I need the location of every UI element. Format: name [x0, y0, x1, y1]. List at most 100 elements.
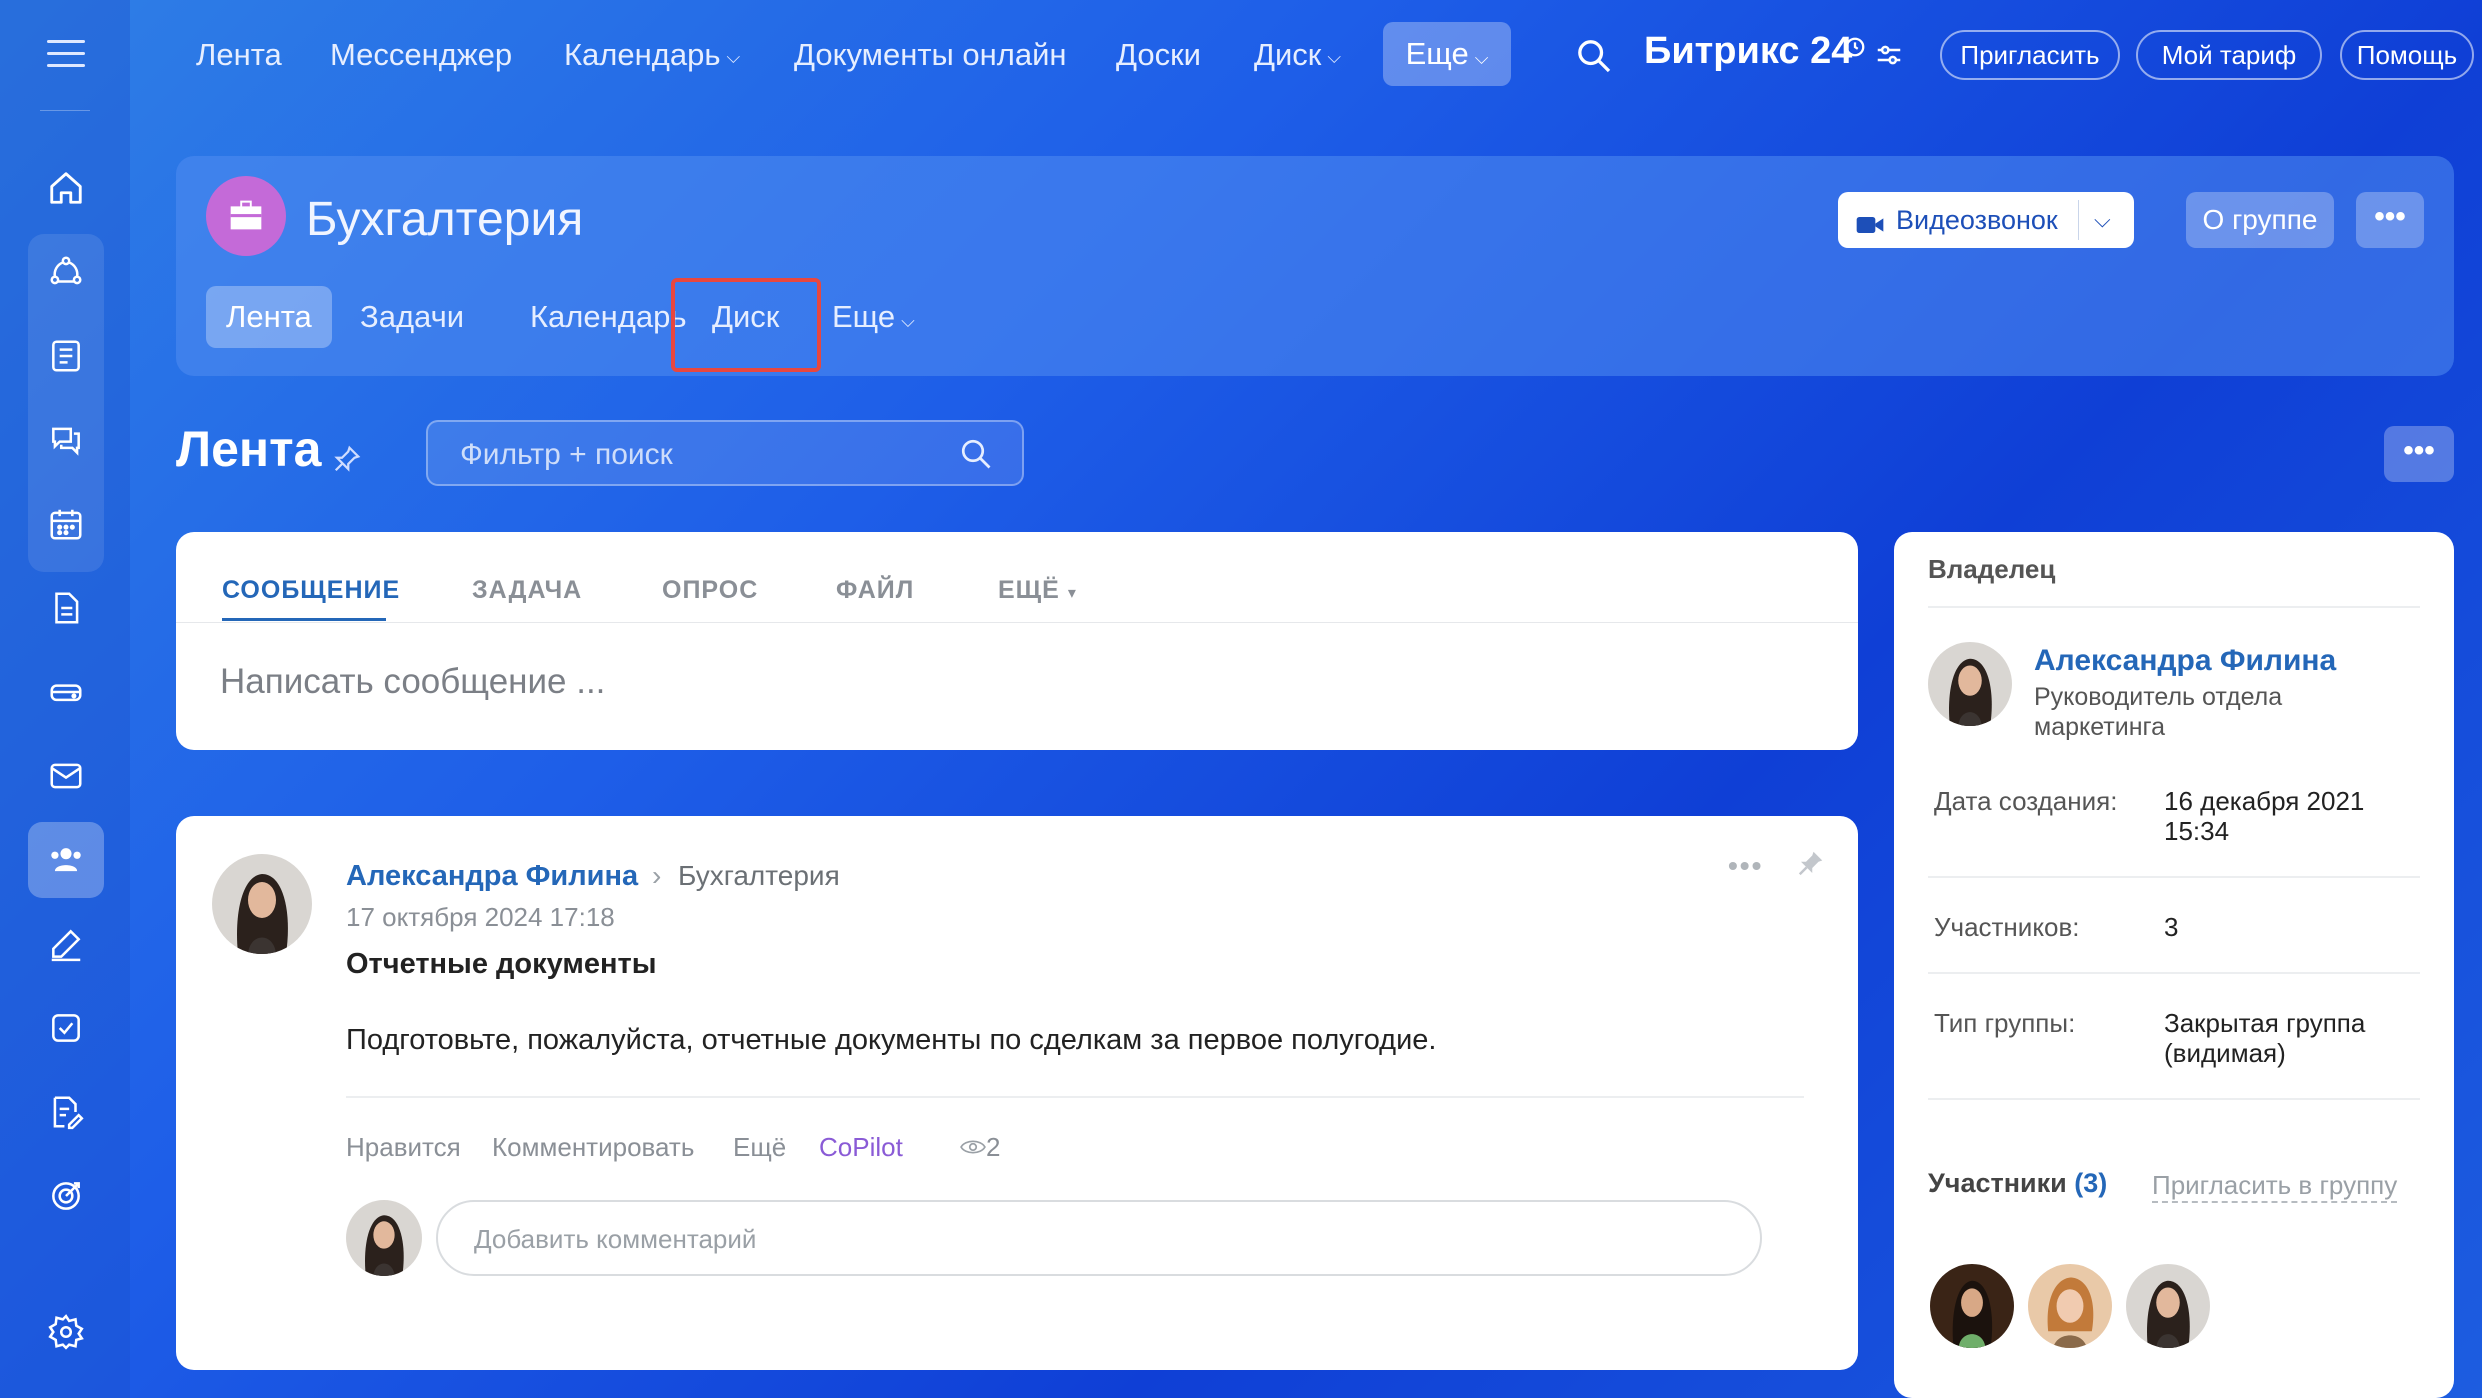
topnav-drive[interactable]: Диск ⌵ [1254, 32, 1341, 78]
member-avatar[interactable] [2126, 1264, 2210, 1348]
settings-icon[interactable] [28, 1294, 104, 1370]
active-tab-underline [222, 618, 386, 621]
divider [176, 622, 1858, 623]
home-icon[interactable] [28, 150, 104, 226]
topnav-calendar[interactable]: Календарь ⌵ [564, 32, 740, 78]
chevron-right-icon: › [652, 860, 662, 891]
invite-button[interactable]: Пригласить [1940, 30, 2120, 80]
comment-button[interactable]: Комментировать [492, 1132, 694, 1163]
pin-icon[interactable] [332, 444, 362, 479]
composer-tab-poll[interactable]: ОПРОС [662, 576, 758, 605]
pin-icon[interactable] [1796, 848, 1826, 883]
search-input[interactable]: Фильтр + поиск [426, 420, 1024, 486]
chevron-down-icon: ⌵ [1327, 46, 1342, 67]
settings-sliders-icon[interactable] [1874, 40, 1904, 75]
post-date: 17 октября 2024 17:18 [346, 902, 615, 932]
created-label: Дата создания: [1934, 786, 2118, 816]
chevron-down-icon[interactable]: ⌵ [2094, 192, 2111, 248]
avatar[interactable] [1928, 642, 2012, 726]
menu-icon[interactable] [47, 40, 85, 68]
mail-icon[interactable] [28, 738, 104, 814]
topnav-more[interactable]: Еще ⌵ [1383, 22, 1511, 86]
target-icon[interactable] [28, 1158, 104, 1234]
composer-tab-more[interactable]: ЕЩЁ ▾ [998, 576, 1077, 605]
composer-tab-task[interactable]: ЗАДАЧА [472, 576, 582, 605]
clock-icon [1844, 36, 1866, 63]
views-counter: 2 [960, 1132, 1000, 1163]
message-input[interactable]: Написать сообщение ... [220, 662, 605, 702]
calendar-icon[interactable] [28, 486, 104, 562]
post-author[interactable]: Александра Филина [346, 860, 638, 893]
owner-role: Руководитель отдела маркетинга [2034, 683, 2283, 741]
composer-tab-message[interactable]: СООБЩЕНИЕ [222, 576, 400, 605]
group-tab-feed[interactable]: Лента [206, 286, 332, 348]
post-body: Подготовьте, пожалуйста, отчетные докуме… [346, 1024, 1437, 1056]
edit-doc-icon[interactable] [28, 1074, 104, 1150]
brand-logo[interactable]: Битрикс 24 [1644, 30, 1852, 73]
avatar[interactable] [212, 854, 312, 954]
sign-icon[interactable] [28, 906, 104, 982]
search-icon[interactable] [1574, 36, 1614, 81]
divider [1928, 972, 2420, 974]
tariff-button[interactable]: Мой тариф [2136, 30, 2322, 80]
camera-icon [1854, 204, 1886, 260]
search-icon[interactable] [958, 436, 994, 477]
like-button[interactable]: Нравится [346, 1132, 461, 1163]
about-group-button[interactable]: О группе [2186, 192, 2334, 248]
members-value: 3 [2164, 912, 2179, 942]
copilot-button[interactable]: CoPilot [819, 1132, 903, 1163]
divider [1928, 1098, 2420, 1100]
eye-icon [960, 1132, 986, 1162]
post-title: Отчетные документы [346, 948, 657, 980]
topnav-boards[interactable]: Доски [1116, 32, 1201, 78]
chevron-down-icon: ⌵ [901, 311, 915, 331]
button-divider [2078, 200, 2079, 240]
created-value: 16 декабря 2021 15:34 [2164, 786, 2365, 846]
highlight-frame [671, 278, 821, 372]
group-type-label: Тип группы: [1934, 1008, 2076, 1038]
group-type-value: Закрытая группа (видимая) [2164, 1008, 2366, 1068]
left-rail [0, 0, 130, 1398]
page-title: Лента [176, 421, 322, 477]
group-more-button[interactable]: ••• [2356, 192, 2424, 248]
member-avatar[interactable] [2028, 1264, 2112, 1348]
divider [1928, 876, 2420, 878]
chevron-down-icon: ⌵ [726, 46, 741, 67]
owner-name[interactable]: Александра Филина [2034, 644, 2336, 678]
briefcase-icon [206, 176, 286, 256]
comment-input[interactable]: Добавить комментарий [436, 1200, 1762, 1276]
member-avatar[interactable] [1930, 1264, 2014, 1348]
group-tab-tasks[interactable]: Задачи [340, 286, 484, 348]
video-call-button[interactable]: Видеозвонок ⌵ [1838, 192, 2134, 248]
group-header: Бухгалтерия Лента Задачи Календарь Диск … [176, 156, 2454, 376]
more-actions-button[interactable]: Ещё [733, 1132, 786, 1163]
divider [1928, 606, 2420, 608]
news-icon[interactable] [28, 318, 104, 394]
caret-down-icon: ▾ [1067, 585, 1077, 602]
crm-icon[interactable] [28, 234, 104, 310]
members-title: Участники (3) [1928, 1168, 2108, 1198]
post-more-button[interactable]: ••• [1728, 850, 1763, 882]
members-label: Участников: [1934, 912, 2080, 942]
topnav-feed[interactable]: Лента [196, 32, 282, 78]
chat-icon[interactable] [28, 402, 104, 478]
composer-tab-file[interactable]: ФАЙЛ [836, 576, 914, 605]
chevron-down-icon: ⌵ [1474, 48, 1489, 68]
post-group[interactable]: Бухгалтерия [678, 860, 840, 892]
avatar [346, 1200, 422, 1276]
group-tab-more[interactable]: Еще ⌵ [812, 286, 935, 348]
drive-icon[interactable] [28, 654, 104, 730]
groups-icon[interactable] [28, 822, 104, 898]
document-icon[interactable] [28, 570, 104, 646]
tasks-icon[interactable] [28, 990, 104, 1066]
feed-more-button[interactable]: ••• [2384, 426, 2454, 482]
owner-label: Владелец [1928, 554, 2056, 584]
group-info-panel: Владелец Александра Филина Руководитель … [1894, 532, 2454, 1398]
divider [346, 1096, 1804, 1098]
topnav-docs-online[interactable]: Документы онлайн [794, 32, 1067, 78]
help-button[interactable]: Помощь [2340, 30, 2474, 80]
rail-divider [40, 110, 90, 111]
feed-post: Александра Филина › Бухгалтерия 17 октяб… [176, 816, 1858, 1370]
topnav-messenger[interactable]: Мессенджер [330, 32, 512, 78]
invite-to-group-link[interactable]: Пригласить в группу [2152, 1170, 2398, 1203]
